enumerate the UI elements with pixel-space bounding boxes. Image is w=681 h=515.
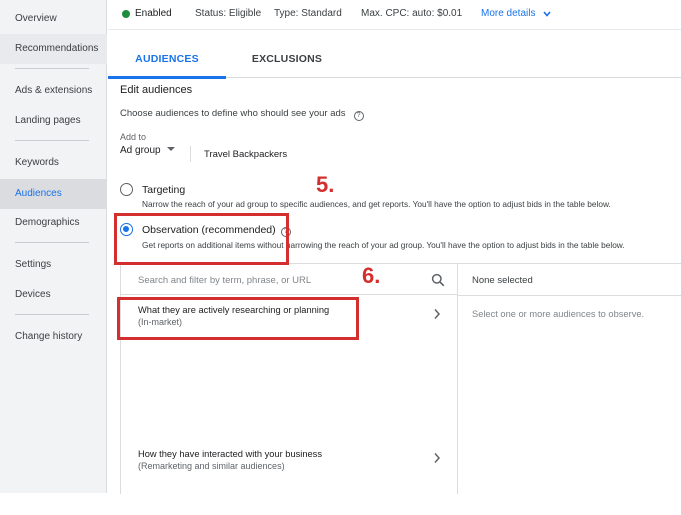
sidebar-divider <box>15 140 89 141</box>
divider <box>458 295 681 296</box>
add-to-value: Ad group <box>120 145 161 156</box>
annotation-number-step5: 5. <box>316 172 335 197</box>
chevron-right-icon <box>434 309 441 319</box>
section-subtitle: Choose audiences to define who should se… <box>120 108 364 121</box>
search-icon[interactable] <box>431 273 445 287</box>
campaign-type: Type: Standard <box>274 8 342 19</box>
targeting-description: Narrow the reach of your ad group to spe… <box>142 199 611 209</box>
divider <box>190 146 191 162</box>
sidebar-item-keywords[interactable]: Keywords <box>0 148 107 178</box>
sidebar-item-landing-pages[interactable]: Landing pages <box>0 106 107 136</box>
sidebar-item-settings[interactable]: Settings <box>0 250 107 280</box>
sidebar-item-recommendations[interactable]: Recommendations <box>0 34 107 64</box>
sidebar-divider <box>15 68 89 69</box>
sidebar-divider <box>15 314 89 315</box>
dropdown-caret-icon <box>166 147 175 151</box>
tab-exclusions[interactable]: EXCLUSIONS <box>228 30 346 77</box>
sidebar-item-demographics[interactable]: Demographics <box>0 208 107 238</box>
search-row <box>121 264 458 295</box>
sidebar-item-overview[interactable]: Overview <box>0 4 107 34</box>
subtitle-text: Choose audiences to define who should se… <box>120 108 346 119</box>
targeting-title: Targeting <box>142 184 186 196</box>
sidebar: Overview Recommendations Ads & extension… <box>0 0 107 493</box>
status-bar: Enabled Status: Eligible Type: Standard … <box>108 0 681 30</box>
ad-group-name: Travel Backpackers <box>204 149 288 160</box>
selected-empty-text: Select one or more audiences to observe. <box>472 309 645 319</box>
selected-header: None selected <box>472 275 533 286</box>
status-eligible: Status: Eligible <box>195 8 262 19</box>
annotation-number-step6: 6. <box>362 263 381 288</box>
add-to-dropdown[interactable]: Ad group <box>120 145 175 156</box>
selected-audiences-panel: None selected Select one or more audienc… <box>458 264 681 494</box>
annotation-box-step5 <box>114 213 289 265</box>
sidebar-divider <box>15 242 89 243</box>
chevron-down-icon[interactable] <box>542 9 552 19</box>
category-subtitle: (Remarketing and similar audiences) <box>138 461 285 471</box>
chevron-right-icon <box>434 453 441 463</box>
tab-audiences[interactable]: AUDIENCES <box>108 30 226 79</box>
sidebar-item-audiences[interactable]: Audiences <box>0 179 107 209</box>
help-icon[interactable]: ? <box>353 111 364 121</box>
sidebar-item-ads-extensions[interactable]: Ads & extensions <box>0 76 107 106</box>
status-dot-icon <box>122 10 130 18</box>
annotation-box-step6 <box>117 297 359 340</box>
sidebar-item-devices[interactable]: Devices <box>0 280 107 310</box>
tab-bar: AUDIENCES EXCLUSIONS <box>108 30 681 79</box>
list-item-remarketing[interactable]: How they have interacted with your busin… <box>121 440 458 480</box>
sidebar-item-change-history[interactable]: Change history <box>0 322 107 352</box>
add-to-label: Add to <box>120 132 147 142</box>
targeting-radio[interactable] <box>120 183 133 196</box>
status-enabled: Enabled <box>135 8 172 19</box>
max-cpc: Max. CPC: auto: $0.01 <box>361 8 463 19</box>
category-title: How they have interacted with your busin… <box>138 449 322 459</box>
more-details-link[interactable]: More details <box>481 8 535 19</box>
section-title: Edit audiences <box>120 84 193 96</box>
